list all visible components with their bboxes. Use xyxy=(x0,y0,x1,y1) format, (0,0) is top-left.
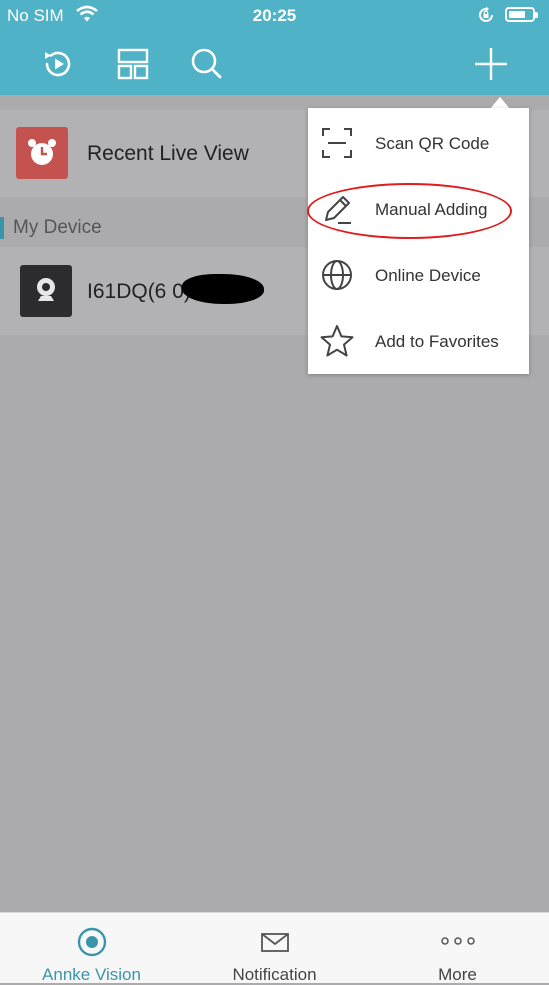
menu-item-label: Online Device xyxy=(375,266,481,285)
tab-label: Notification xyxy=(232,965,317,984)
scan-qr-icon xyxy=(322,128,352,158)
section-accent-bar xyxy=(0,217,4,239)
globe-icon xyxy=(322,260,352,290)
camera-icon xyxy=(20,265,72,317)
add-menu: Scan QR Code Manual Adding Online Device… xyxy=(308,108,529,374)
more-dots-icon xyxy=(440,937,475,945)
tab-annke-vision[interactable]: Annke Vision xyxy=(0,913,183,984)
menu-item-label: Add to Favorites xyxy=(375,332,499,351)
live-view-icon xyxy=(77,927,106,957)
recent-live-view-label: Recent Live View xyxy=(87,142,249,165)
clock: 20:25 xyxy=(252,6,297,25)
add-icon[interactable] xyxy=(473,46,509,82)
device-name: I61DQ(6 0) xyxy=(87,280,191,303)
alarm-clock-icon xyxy=(16,127,68,179)
highlight-annotation xyxy=(307,183,512,239)
tab-more[interactable]: More xyxy=(366,913,549,984)
tab-label: More xyxy=(438,965,477,984)
rotation-lock-icon xyxy=(479,6,493,22)
playback-icon[interactable] xyxy=(40,46,76,82)
menu-item-online-device[interactable]: Online Device xyxy=(308,242,529,308)
menu-item-label: Scan QR Code xyxy=(375,134,490,153)
tab-label: Annke Vision xyxy=(42,965,141,984)
envelope-icon xyxy=(260,933,289,952)
menu-item-add-to-favorites[interactable]: Add to Favorites xyxy=(308,308,529,374)
battery-icon xyxy=(505,7,538,22)
app-header: No SIM 20:25 xyxy=(0,0,549,95)
menu-item-scan-qr-code[interactable]: Scan QR Code xyxy=(308,110,529,176)
redaction-mark xyxy=(182,274,264,304)
tab-notification[interactable]: Notification xyxy=(183,913,366,984)
search-icon[interactable] xyxy=(188,46,224,82)
bottom-tab-bar: Annke Vision Notification More xyxy=(0,912,549,984)
section-title: My Device xyxy=(13,217,102,238)
layout-icon[interactable] xyxy=(115,46,151,82)
status-bar: No SIM 20:25 xyxy=(0,0,549,32)
star-icon xyxy=(320,325,354,357)
